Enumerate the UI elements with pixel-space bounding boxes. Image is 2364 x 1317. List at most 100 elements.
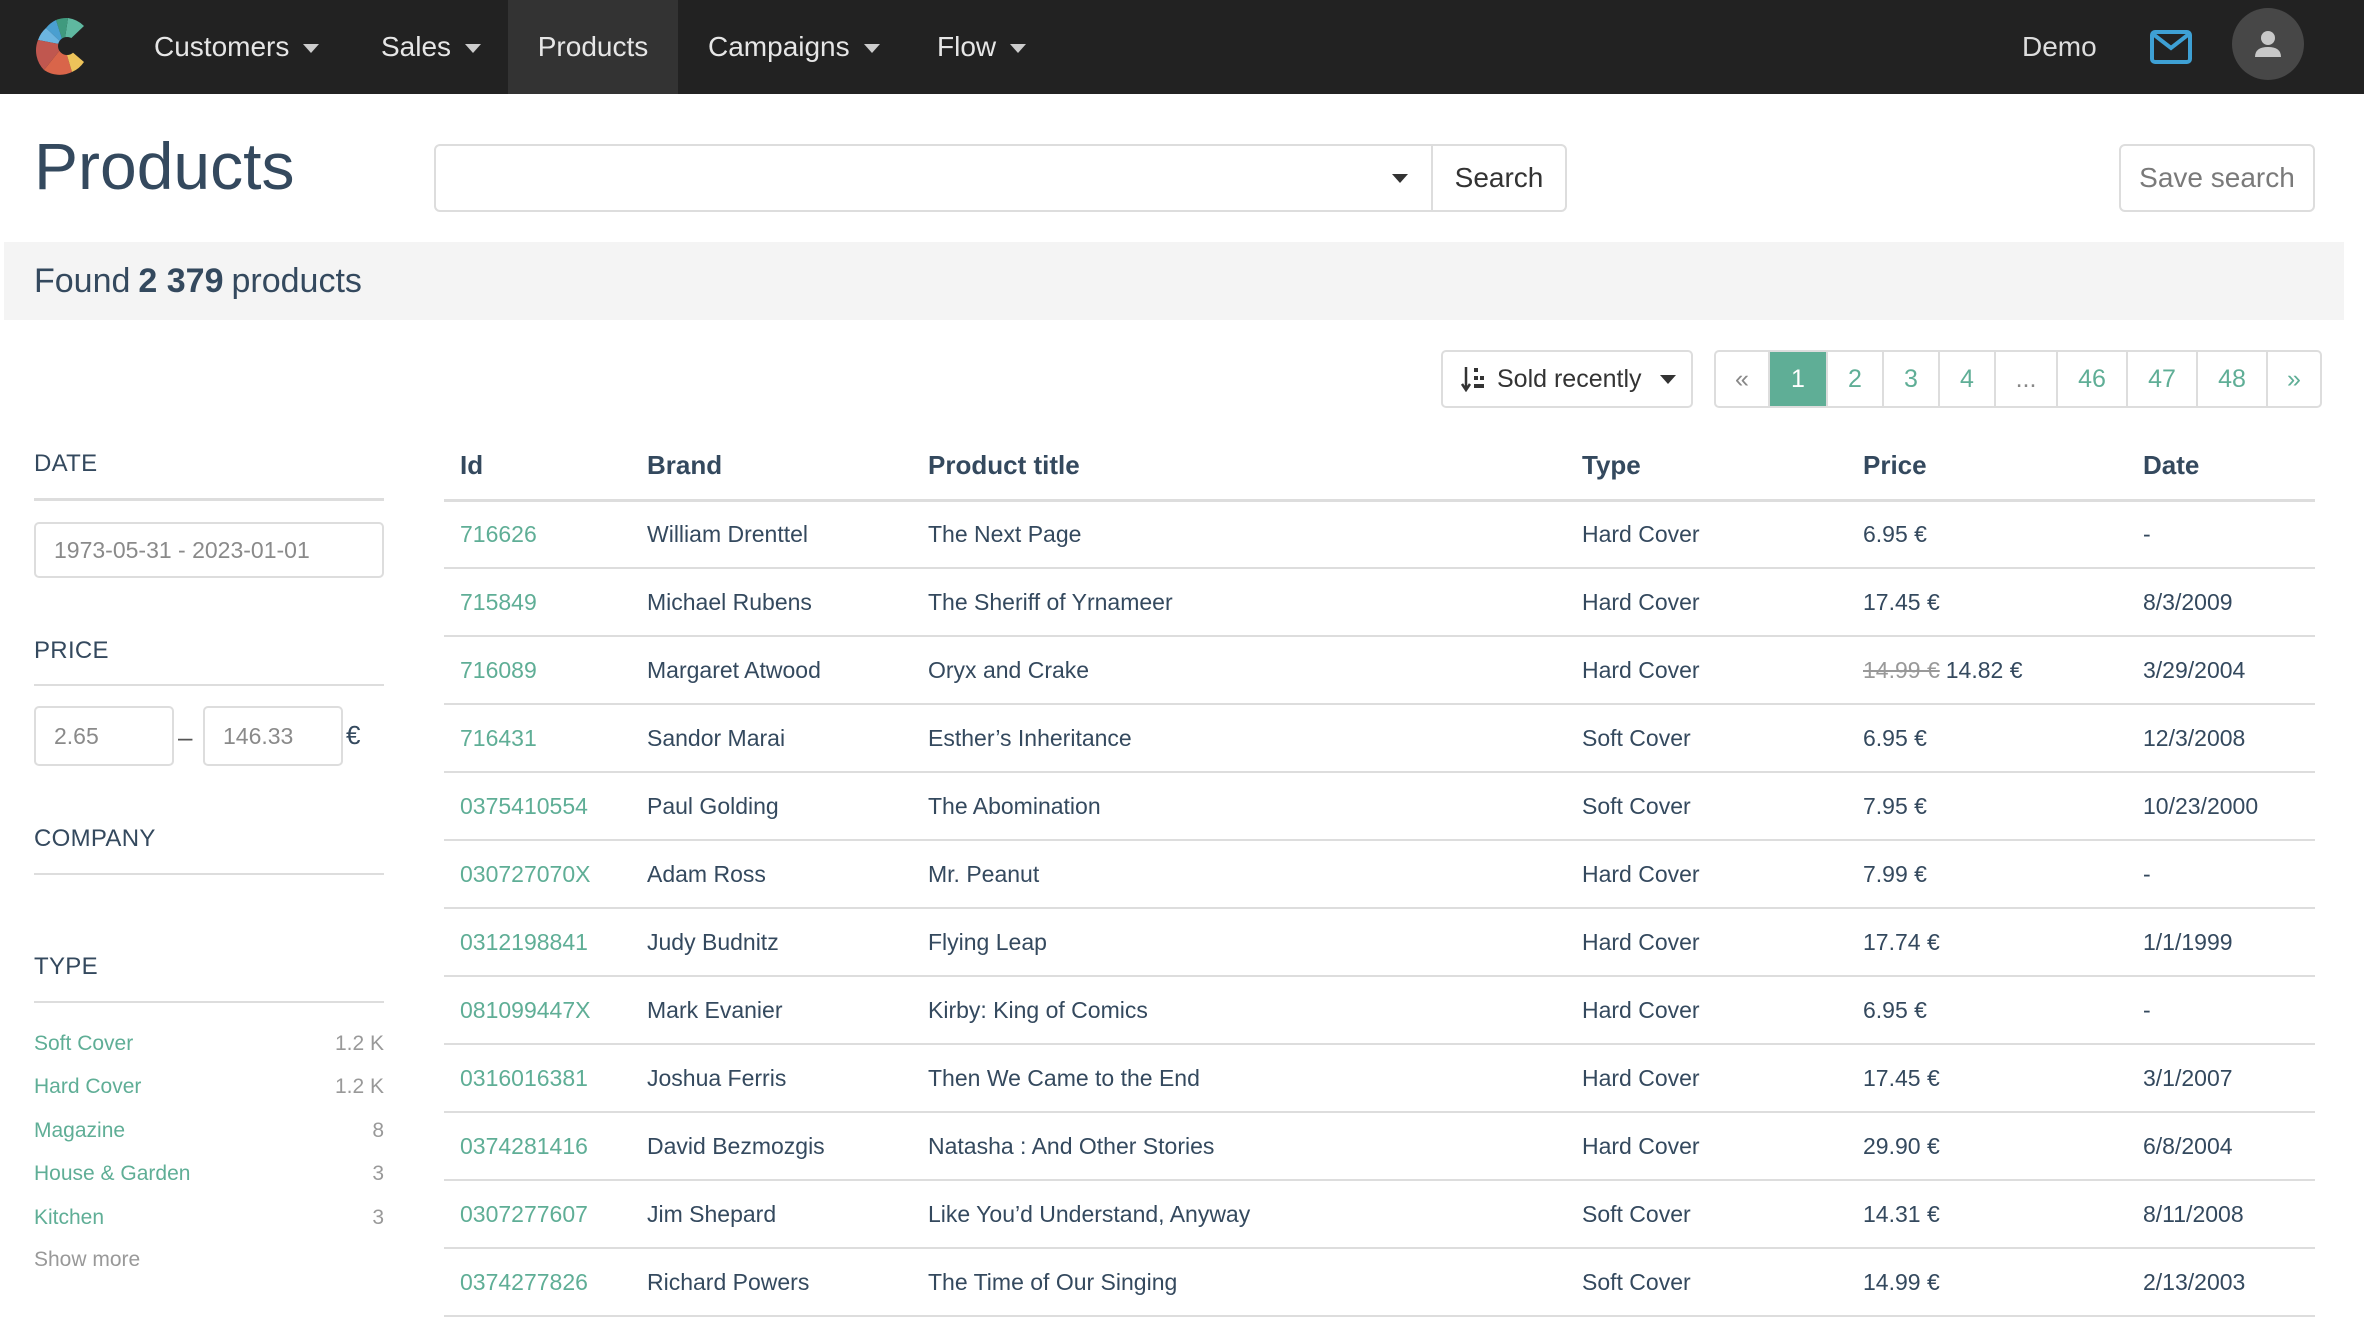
column-header-type[interactable]: Type — [1566, 432, 1847, 502]
product-id-link[interactable]: 716089 — [460, 657, 537, 683]
product-id-link[interactable]: 716626 — [460, 521, 537, 547]
app-logo[interactable] — [34, 14, 94, 76]
divider — [34, 498, 384, 501]
pagination-page[interactable]: 2 — [1828, 352, 1884, 406]
cell-title: Mr. Peanut — [912, 840, 1566, 909]
product-id-link[interactable]: 715849 — [460, 589, 537, 615]
results-summary: Found 2 379 products — [4, 242, 2344, 320]
cell-id: 716431 — [444, 704, 631, 773]
cell-title: Then We Came to the End — [912, 1044, 1566, 1113]
save-search-button[interactable]: Save search — [2119, 144, 2315, 212]
table-row[interactable]: 716089 Margaret Atwood Oryx and Crake Hard … — [444, 636, 2315, 705]
column-header-id[interactable]: Id — [444, 432, 631, 502]
avatar[interactable] — [2232, 8, 2304, 80]
column-header-date[interactable]: Date — [2127, 432, 2315, 502]
table-row[interactable]: 0312198841 Judy Budnitz Flying Leap Hard Co… — [444, 908, 2315, 977]
type-filter-item[interactable]: Magazine 8 — [34, 1119, 384, 1143]
pagination-next[interactable]: » — [2268, 352, 2320, 406]
search-options-dropdown[interactable] — [1369, 146, 1431, 210]
type-filter-label[interactable]: Kitchen — [34, 1206, 104, 1230]
current-price: 7.99 € — [1863, 860, 1927, 887]
pagination-page[interactable]: 46 — [2058, 352, 2128, 406]
table-row[interactable]: 0375410554 Paul Golding The Abomination Sof… — [444, 772, 2315, 841]
page-title: Products — [34, 129, 295, 203]
pagination-page[interactable]: 1 — [1770, 352, 1828, 406]
type-filter-label[interactable]: Soft Cover — [34, 1032, 133, 1056]
cell-id: 716089 — [444, 636, 631, 705]
product-id-link[interactable]: 0374281416 — [460, 1133, 588, 1159]
nav-sales[interactable]: Sales — [381, 0, 482, 94]
product-id-link[interactable]: 0316016381 — [460, 1065, 588, 1091]
current-price: 17.45 € — [1863, 588, 1940, 615]
pagination-page[interactable]: 48 — [2198, 352, 2268, 406]
product-id-link[interactable]: 0312198841 — [460, 929, 588, 955]
user-name-link[interactable]: Demo — [2022, 0, 2097, 94]
type-filter-item[interactable]: Soft Cover 1.2 K — [34, 1032, 384, 1056]
current-price: 14.82 € — [1945, 656, 2023, 683]
cell-price: 14.99 € — [1847, 1248, 2127, 1317]
product-id-link[interactable]: 030727070X — [460, 861, 590, 887]
cell-type: Hard Cover — [1566, 568, 1847, 637]
search-input[interactable] — [436, 146, 1369, 210]
user-icon — [2255, 31, 2281, 57]
column-header-price[interactable]: Price — [1847, 432, 2127, 502]
type-filter-label[interactable]: Magazine — [34, 1119, 125, 1143]
results-prefix: Found — [34, 261, 131, 300]
nav-flow-label: Flow — [937, 31, 997, 62]
product-id-link[interactable]: 081099447X — [460, 997, 590, 1023]
column-header-title[interactable]: Product title — [912, 432, 1566, 502]
type-filter-item[interactable]: Hard Cover 1.2 K — [34, 1075, 384, 1099]
nav-campaigns[interactable]: Campaigns — [708, 0, 880, 94]
search-button[interactable]: Search — [1431, 146, 1565, 210]
current-price: 6.95 € — [1863, 520, 1927, 547]
sort-dropdown[interactable]: Sold recently — [1441, 350, 1693, 408]
pagination-page[interactable]: 4 — [1940, 352, 1996, 406]
type-filter-label[interactable]: Hard Cover — [34, 1075, 141, 1099]
table-row[interactable]: 716431 Sandor Marai Esther’s Inheritance So… — [444, 704, 2315, 773]
price-min-input[interactable]: 2.65 — [34, 706, 174, 766]
current-price: 6.95 € — [1863, 996, 1927, 1023]
table-row[interactable]: 081099447X Mark Evanier Kirby: King of Com… — [444, 976, 2315, 1045]
table-row[interactable]: 716626 William Drenttel The Next Page Hard … — [444, 500, 2315, 569]
cell-type: Soft Cover — [1566, 1248, 1847, 1317]
product-id-link[interactable]: 716431 — [460, 725, 537, 751]
product-id-link[interactable]: 0375410554 — [460, 793, 588, 819]
nav-customers-label: Customers — [154, 31, 290, 62]
current-price: 7.95 € — [1863, 792, 1927, 819]
product-id-link[interactable]: 0374277826 — [460, 1269, 588, 1295]
type-filter-item[interactable]: House & Garden 3 — [34, 1162, 384, 1186]
cell-date: - — [2127, 500, 2315, 569]
nav-products[interactable]: Products — [508, 0, 678, 94]
table-row[interactable]: 0316016381 Joshua Ferris Then We Came to t… — [444, 1044, 2315, 1113]
pagination-page[interactable]: 3 — [1884, 352, 1940, 406]
table-row[interactable]: 715849 Michael Rubens The Sheriff of Yrnam… — [444, 568, 2315, 637]
column-header-brand[interactable]: Brand — [631, 432, 912, 502]
cell-title: The Next Page — [912, 500, 1566, 569]
chevron-down-icon — [1392, 173, 1408, 183]
cell-title: The Time of Our Singing — [912, 1248, 1566, 1317]
nav-customers[interactable]: Customers — [154, 0, 320, 94]
price-currency: € — [346, 720, 361, 750]
cell-brand: Paul Golding — [631, 772, 912, 841]
nav-campaigns-label: Campaigns — [708, 31, 850, 62]
date-range-input[interactable]: 1973-05-31 - 2023-01-01 — [34, 522, 384, 578]
type-filter-label[interactable]: House & Garden — [34, 1162, 190, 1186]
table-row[interactable]: 0374277826 Richard Powers The Time of Our … — [444, 1248, 2315, 1317]
show-more-link[interactable]: Show more — [34, 1248, 140, 1272]
nav-flow[interactable]: Flow — [937, 0, 1027, 94]
table-row[interactable]: 030727070X Adam Ross Mr. Peanut Hard Cover 7… — [444, 840, 2315, 909]
product-id-link[interactable]: 0307277607 — [460, 1201, 588, 1227]
cell-price: 6.95 € — [1847, 704, 2127, 773]
cell-date: 6/8/2004 — [2127, 1112, 2315, 1181]
cell-title: Flying Leap — [912, 908, 1566, 977]
type-filter-item[interactable]: Kitchen 3 — [34, 1206, 384, 1230]
pagination-page[interactable]: 47 — [2128, 352, 2198, 406]
cell-id: 081099447X — [444, 976, 631, 1045]
price-max-input[interactable]: 146.33 — [203, 706, 343, 766]
current-price: 6.95 € — [1863, 724, 1927, 751]
table-row[interactable]: 0374281416 David Bezmozgis Natasha : And O… — [444, 1112, 2315, 1181]
table-row[interactable]: 0307277607 Jim Shepard Like You’d Understa… — [444, 1180, 2315, 1249]
pagination-prev[interactable]: « — [1716, 352, 1770, 406]
envelope-icon[interactable] — [2150, 30, 2192, 64]
current-price: 14.99 € — [1863, 1268, 1940, 1295]
